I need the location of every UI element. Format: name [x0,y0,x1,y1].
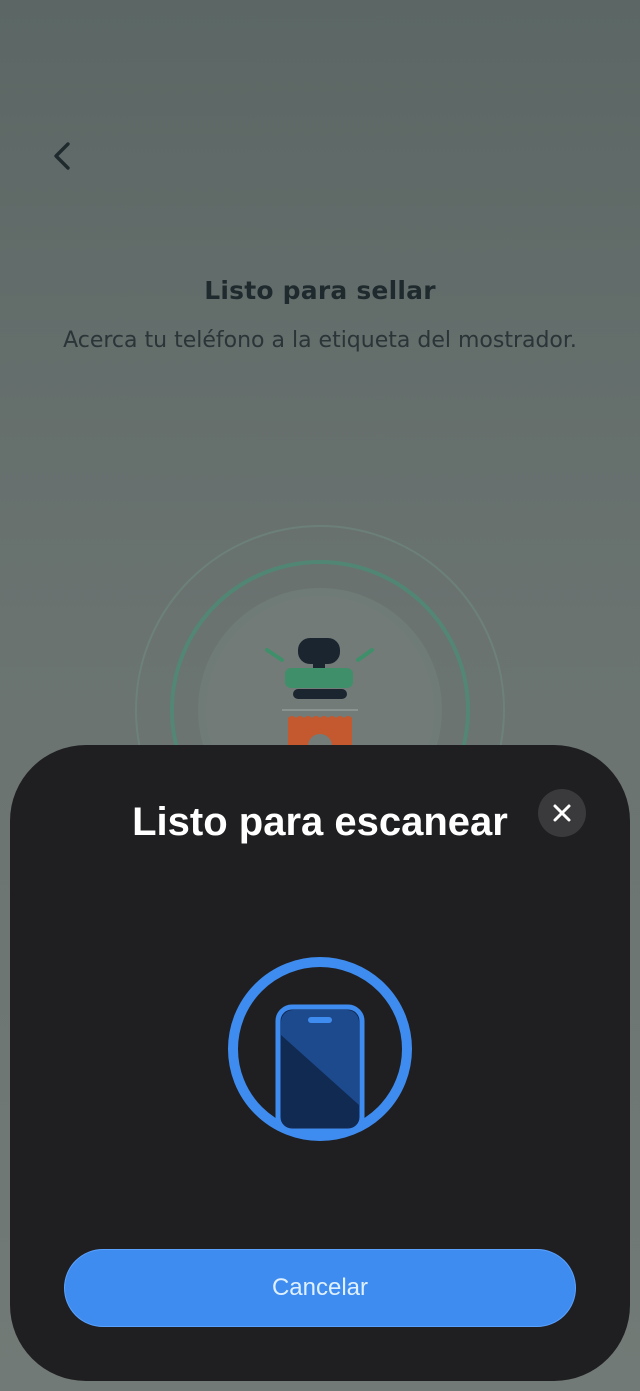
close-icon [553,804,571,822]
app-screen: Listo para sellar Acerca tu teléfono a l… [0,0,640,1391]
cancel-button-label: Cancelar [271,1274,369,1301]
cancel-button[interactable]: Cancelar [64,1249,576,1327]
page-subtitle: Acerca tu teléfono a la etiqueta del mos… [63,328,577,353]
back-button[interactable] [40,132,84,180]
chevron-left-icon [54,142,70,170]
close-button[interactable] [538,789,586,837]
phone-icon [228,957,412,1141]
page-title: Listo para sellar [204,276,436,305]
